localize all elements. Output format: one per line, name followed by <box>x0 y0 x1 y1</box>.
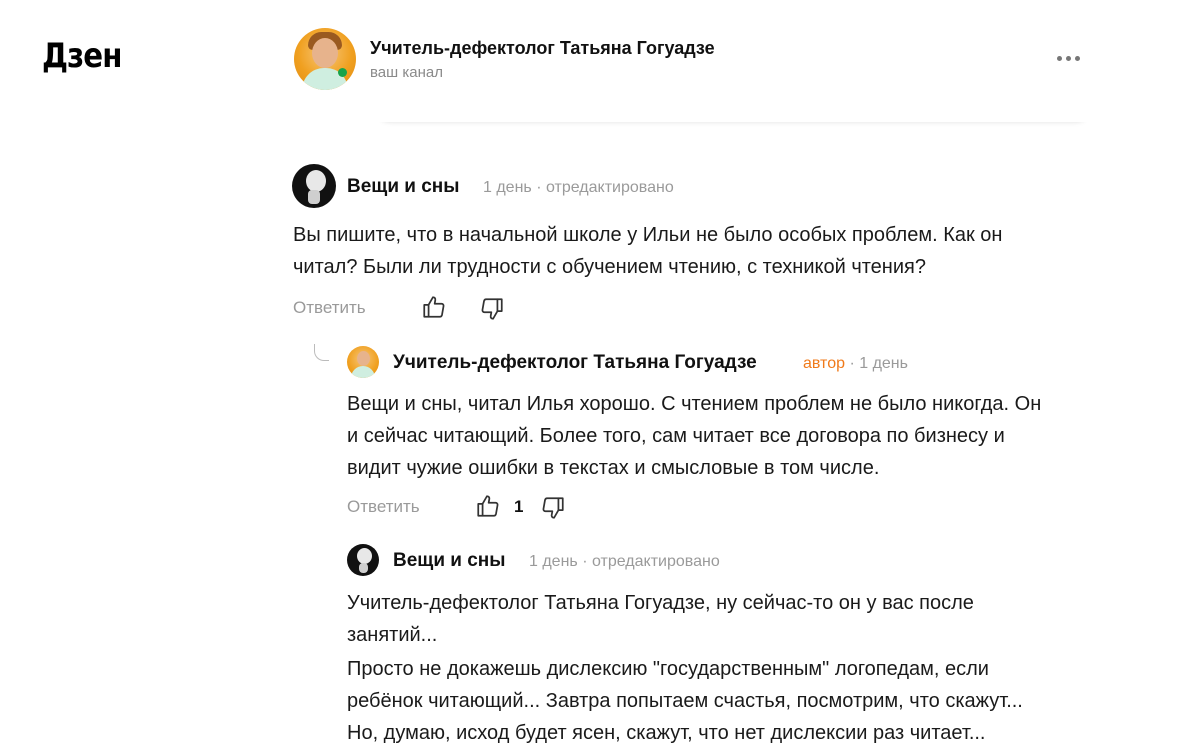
comment-line: ребёнок читающий... Завтра попытаем счас… <box>347 690 1023 712</box>
comment-line: Но, думаю, исход будет ясен, скажут, что… <box>347 722 986 744</box>
comment-line: Учитель-дефектолог Татьяна Гогуадзе, ну … <box>347 592 974 614</box>
channel-avatar[interactable] <box>294 28 356 90</box>
thumbs-up-icon[interactable] <box>421 294 447 320</box>
reply-button[interactable]: Ответить <box>347 497 420 517</box>
dzen-logo[interactable]: Дзен <box>42 36 122 76</box>
comment-line: Вы пишите, что в начальной школе у Ильи … <box>293 224 1003 246</box>
comment-line: Вещи и сны, читал Илья хорошо. С чтением… <box>347 393 1042 415</box>
channel-subtitle: ваш канал <box>370 64 443 81</box>
author-avatar[interactable] <box>347 346 379 378</box>
comment-line: Просто не докажешь дислексию "государств… <box>347 658 989 680</box>
comment-author[interactable]: Вещи и сны <box>347 176 460 198</box>
comment-line: читал? Были ли трудности с обучением чте… <box>293 256 926 278</box>
verified-badge-icon <box>338 68 347 77</box>
thumbs-down-icon[interactable] <box>479 296 505 322</box>
page: Дзен Учитель-дефектолог Татьяна Гогуадзе… <box>0 0 1200 756</box>
comment-text: Вещи и сны, читал Илья хорошо. С чтением… <box>347 388 1107 484</box>
user-avatar[interactable] <box>292 164 336 208</box>
comment-line: и сейчас читающий. Более того, сам читае… <box>347 425 1005 447</box>
author-meta: автор · 1 день <box>803 355 908 373</box>
channel-header: Учитель-дефектолог Татьяна Гогуадзе ваш … <box>280 18 1100 122</box>
comment-meta: · 1 день <box>849 355 908 372</box>
comment-text: Вы пишите, что в начальной школе у Ильи … <box>293 219 1093 283</box>
thumbs-down-icon[interactable] <box>540 495 566 521</box>
author-badge: автор <box>803 355 845 372</box>
user-avatar[interactable] <box>347 544 379 576</box>
thumbs-up-icon[interactable] <box>475 493 501 519</box>
thread-connector <box>314 344 329 361</box>
comment-paragraph: Учитель-дефектолог Татьяна Гогуадзе, ну … <box>347 587 1107 651</box>
like-count: 1 <box>514 497 524 516</box>
reply-button[interactable]: Ответить <box>293 298 366 318</box>
comment-author[interactable]: Учитель-дефектолог Татьяна Гогуадзе <box>393 352 757 374</box>
comment-meta: 1 день · отредактировано <box>483 179 674 196</box>
comment-author[interactable]: Вещи и сны <box>393 550 506 572</box>
comment-meta: 1 день · отредактировано <box>529 553 720 570</box>
channel-title[interactable]: Учитель-дефектолог Татьяна Гогуадзе <box>370 38 715 59</box>
comment-line: занятий... <box>347 624 438 646</box>
comment-line: видит чужие ошибки в текстах и смысловые… <box>347 457 880 479</box>
comment-paragraph: Просто не докажешь дислексию "государств… <box>347 653 1107 749</box>
more-dots-icon[interactable] <box>1050 50 1086 66</box>
